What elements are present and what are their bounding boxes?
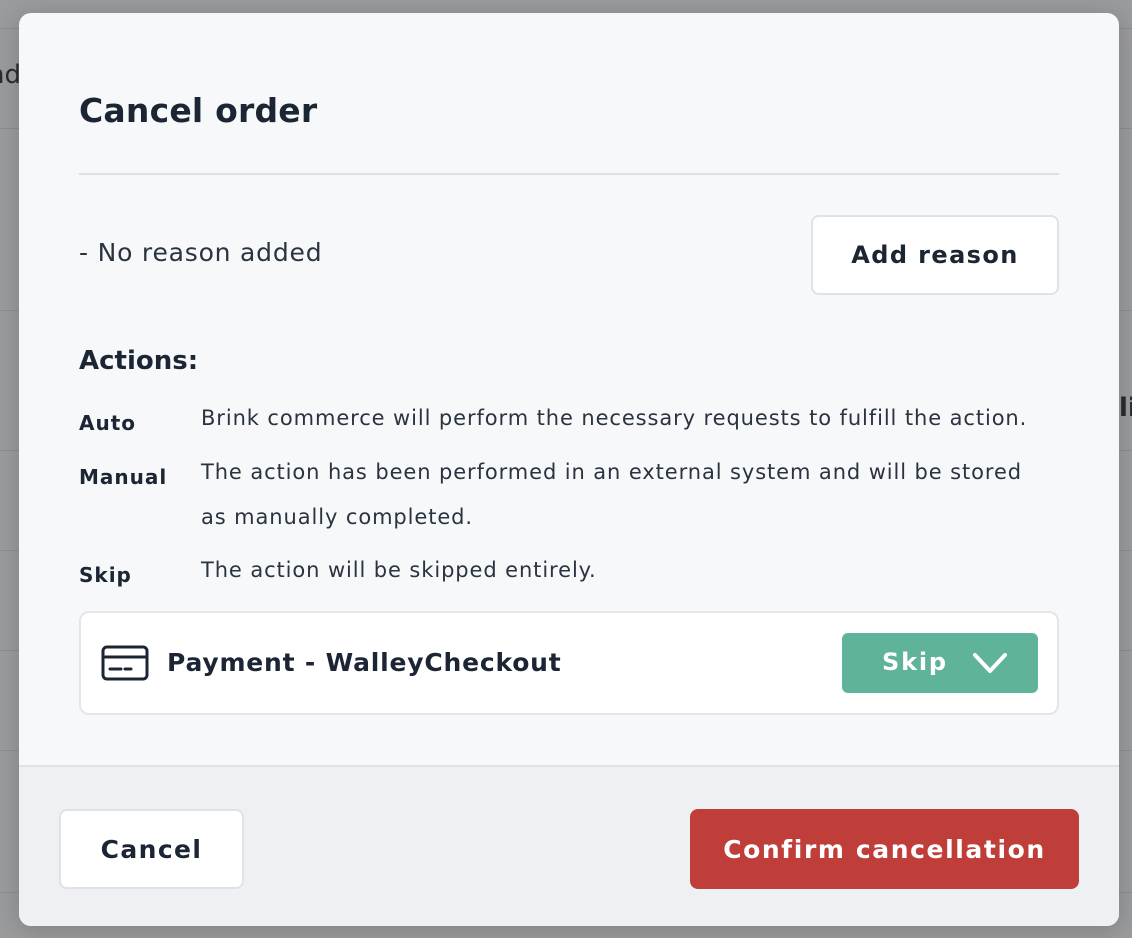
- selected-action-label: Skip: [882, 648, 948, 676]
- title-divider: [79, 173, 1059, 175]
- confirm-cancellation-button[interactable]: Confirm cancellation: [690, 809, 1079, 889]
- credit-card-icon: [101, 645, 149, 681]
- payment-label: Payment - WalleyCheckout: [167, 648, 562, 677]
- reason-text: - No reason added: [79, 238, 323, 267]
- actions-heading: Actions:: [79, 346, 199, 376]
- cancel-button[interactable]: Cancel: [59, 809, 244, 889]
- backdrop-text-fragment: nd: [0, 60, 21, 90]
- action-key: Skip: [79, 563, 132, 587]
- action-description: Brink commerce will perform the necessar…: [201, 406, 1028, 430]
- cancel-order-dialog: Cancel order - No reason added Add reaso…: [19, 13, 1119, 926]
- chevron-down-icon-graphic: [973, 653, 1007, 673]
- action-description: The action has been performed in an exte…: [201, 460, 1023, 529]
- action-key: Auto: [79, 411, 137, 435]
- dialog-title: Cancel order: [79, 91, 318, 130]
- action-description: The action will be skipped entirely.: [201, 558, 597, 582]
- action-select-dropdown[interactable]: Skip: [842, 633, 1038, 693]
- backdrop-text-fragment: li: [1119, 393, 1132, 423]
- action-key: Manual: [79, 465, 168, 489]
- dialog-body: Cancel order - No reason added Add reaso…: [19, 13, 1119, 765]
- chevron-down-icon: [972, 651, 1008, 675]
- payment-action-card: Payment - WalleyCheckout Skip: [79, 611, 1059, 715]
- dialog-footer: Cancel Confirm cancellation: [19, 765, 1119, 926]
- add-reason-button[interactable]: Add reason: [811, 215, 1059, 295]
- credit-card-icon-graphic: [101, 645, 149, 681]
